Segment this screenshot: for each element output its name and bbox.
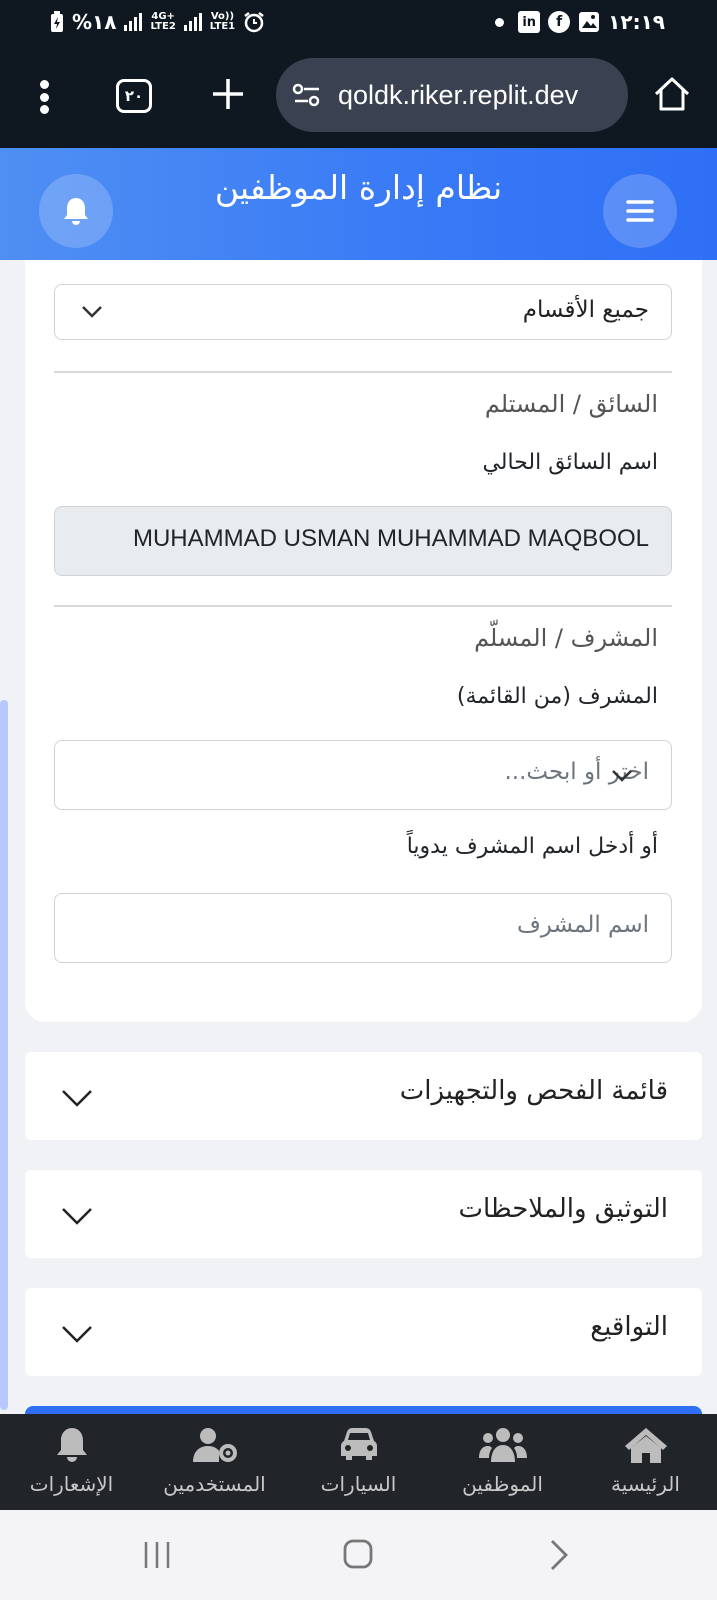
battery-percent: %١٨	[72, 10, 117, 34]
current-driver-label: اسم السائق الحالي	[482, 450, 658, 475]
nav-label: السيارات	[320, 1472, 397, 1496]
battery-charging-icon	[51, 11, 63, 32]
chevron-down-icon	[62, 1208, 92, 1225]
system-navigation-bar	[0, 1510, 717, 1600]
app-header: نظام إدارة الموظفين	[0, 148, 717, 260]
supervisor-name-placeholder: اسم المشرف	[516, 912, 649, 938]
current-driver-value: MUHAMMAD USMAN MUHAMMAD MAQBOOL	[132, 525, 649, 552]
home-button-icon[interactable]	[342, 1538, 374, 1570]
gallery-icon	[579, 12, 600, 32]
nav-label: الإشعارات	[29, 1472, 114, 1496]
menu-button[interactable]	[603, 174, 677, 248]
tab-count: ٢٠	[124, 87, 144, 105]
form-card: جميع الأقسام السائق / المستلم اسم السائق…	[25, 260, 702, 1022]
chevron-down-icon	[82, 306, 102, 318]
scrollbar[interactable]	[0, 700, 8, 1410]
department-select[interactable]: جميع الأقسام	[54, 284, 672, 340]
home-icon	[624, 1428, 667, 1463]
chevron-down-icon	[612, 770, 632, 782]
accordion-label: قائمة الفحص والتجهيزات	[399, 1076, 668, 1106]
linkedin-icon: in	[518, 11, 541, 33]
accordion-label: التوثيق والملاحظات	[458, 1194, 669, 1224]
tab-switcher-button[interactable]: ٢٠	[116, 79, 152, 113]
chevron-down-icon	[62, 1090, 92, 1107]
new-tab-button[interactable]	[208, 74, 248, 114]
nav-item-cars[interactable]: السيارات	[286, 1414, 431, 1510]
recent-apps-icon[interactable]	[142, 1540, 172, 1570]
accordion-label: التواقيع	[590, 1312, 668, 1342]
user-settings-icon	[192, 1428, 237, 1462]
network-indicator-1: 4G+ LTE2	[150, 11, 176, 32]
status-bar: %١٨ 4G+ LTE2 Vo)) LTE1 in f ١٢:١٩	[0, 0, 717, 44]
alarm-icon	[244, 12, 264, 33]
car-icon	[340, 1428, 377, 1460]
divider	[54, 605, 672, 607]
supervisor-manual-label: أو أدخل اسم المشرف يدوياً	[406, 834, 658, 859]
more-options-icon[interactable]	[36, 80, 52, 114]
home-icon[interactable]	[652, 74, 692, 114]
hamburger-menu-icon	[626, 200, 654, 222]
address-bar[interactable]: qoldk.riker.replit.dev	[276, 58, 628, 132]
signal-icon	[183, 13, 202, 31]
driver-section-title: السائق / المستلم	[484, 390, 658, 418]
notification-dot-icon	[495, 17, 505, 27]
nav-label: المستخدمين	[163, 1472, 266, 1496]
supervisor-name-input[interactable]: اسم المشرف	[54, 893, 672, 963]
supervisor-section-title: المشرف / المسلّم	[474, 624, 658, 652]
facebook-icon: f	[548, 11, 571, 33]
submit-button[interactable]	[25, 1406, 702, 1414]
url-text: qoldk.riker.replit.dev	[338, 79, 579, 110]
nav-label: الرئيسية	[611, 1472, 680, 1496]
site-settings-icon[interactable]	[292, 82, 322, 108]
accordion-signatures[interactable]: التواقيع	[25, 1288, 702, 1376]
nav-item-notifications[interactable]: الإشعارات	[0, 1414, 143, 1510]
nav-item-employees[interactable]: الموظفين	[431, 1414, 574, 1510]
supervisor-list-label: المشرف (من القائمة)	[456, 684, 658, 709]
current-driver-field: MUHAMMAD USMAN MUHAMMAD MAQBOOL	[54, 506, 672, 576]
accordion-documentation[interactable]: التوثيق والملاحظات	[25, 1170, 702, 1258]
signal-icon	[124, 13, 143, 31]
plus-icon	[213, 79, 243, 109]
department-select-value: جميع الأقسام	[522, 297, 649, 323]
browser-toolbar: ٢٠ qoldk.riker.replit.dev	[0, 44, 717, 148]
nav-item-users[interactable]: المستخدمين	[143, 1414, 286, 1510]
network-indicator-2: Vo)) LTE1	[209, 11, 236, 32]
bell-icon	[56, 1428, 87, 1462]
clock-time: ١٢:١٩	[608, 10, 665, 34]
supervisor-select[interactable]: اختر أو ابحث...	[54, 740, 672, 810]
nav-item-home[interactable]: الرئيسية	[574, 1414, 717, 1510]
bottom-navigation: الإشعارات المستخدمين السيارات الموظفين ا…	[0, 1414, 717, 1510]
back-chevron-icon[interactable]	[548, 1538, 570, 1572]
chevron-down-icon	[62, 1326, 92, 1343]
divider	[54, 371, 672, 373]
accordion-checklist[interactable]: قائمة الفحص والتجهيزات	[25, 1052, 702, 1140]
nav-label: الموظفين	[462, 1472, 543, 1496]
users-group-icon	[478, 1428, 527, 1462]
